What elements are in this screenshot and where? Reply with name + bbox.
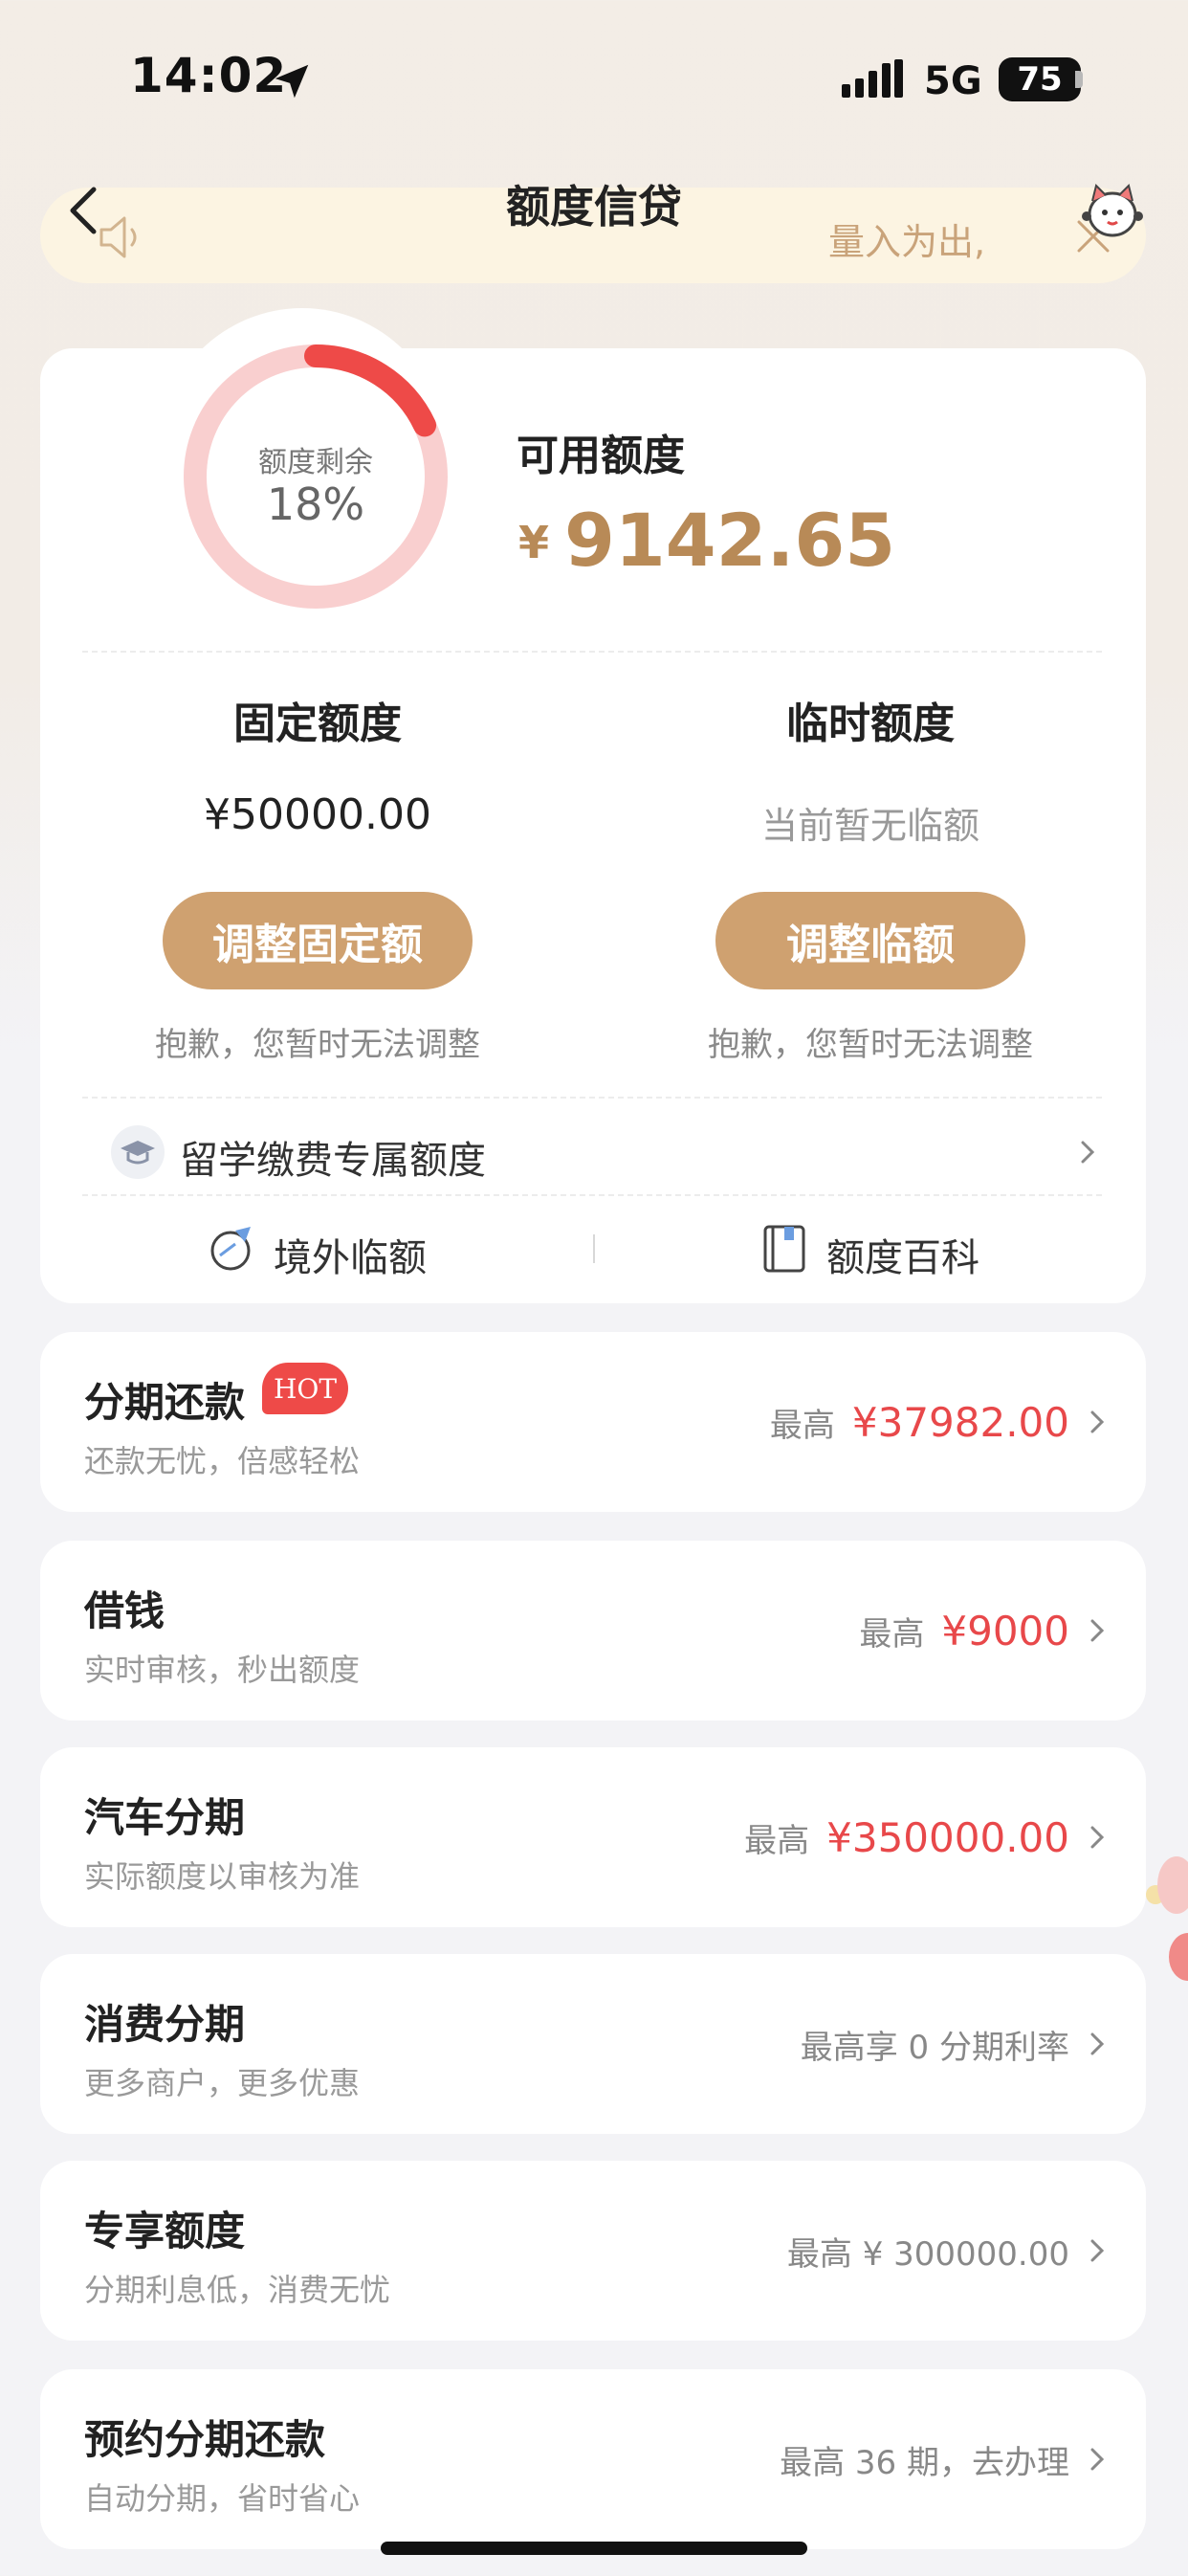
product-card-exclusive-quota[interactable]: 专享额度 分期利息低，消费无忧 最高 ¥ 300000.00 [40,2161,1146,2341]
hot-badge: HOT [262,1363,348,1414]
chevron-right-icon [1081,1141,1095,1164]
chevron-right-icon [1090,2239,1105,2262]
link-divider [593,1234,595,1263]
ring-label: 额度剩余 [258,446,373,479]
product-right-text: 最高享 0 分期利率 [800,2029,1069,2067]
max-label: 最高 [769,1407,835,1445]
max-value: ¥37982.00 [851,1399,1069,1446]
mascot-icon[interactable] [1079,180,1146,241]
divider [82,1097,1102,1099]
product-max: 最高 ¥37982.00 [770,1399,1069,1446]
available-label: 可用额度 [517,432,685,480]
fixed-title: 固定额度 [233,700,402,748]
product-right-text: 最高 36 期，去办理 [780,2444,1069,2482]
product-title: 分期还款 [84,1379,246,1426]
product-max: 最高 36 期，去办理 [780,2436,1069,2483]
fixed-note: 抱歉，您暂时无法调整 [155,1026,480,1064]
chevron-right-icon [1090,2032,1105,2055]
status-time: 14:02 [130,48,288,103]
chevron-right-icon [1090,1410,1105,1433]
home-indicator[interactable] [381,2542,807,2555]
divider [82,651,1102,653]
chevron-right-icon [1090,1826,1105,1849]
product-card-installment-repay[interactable]: 分期还款 HOT 还款无忧，倍感轻松 最高 ¥37982.00 [40,1332,1146,1512]
ring-percent: 18% [266,478,365,530]
fixed-value: ¥50000.00 [204,790,431,839]
globe-plane-icon[interactable] [207,1223,258,1275]
study-quota-label: 留学缴费专属额度 [180,1139,486,1183]
product-card-scheduled-repay[interactable]: 预约分期还款 自动分期，省时省心 最高 36 期，去办理 [40,2369,1146,2549]
product-subtitle: 分期利息低，消费无忧 [84,2272,391,2308]
product-max: 最高享 0 分期利率 [801,2021,1069,2068]
product-subtitle: 自动分期，省时省心 [84,2480,361,2517]
product-card-consumer-installment[interactable]: 消费分期 更多商户，更多优惠 最高享 0 分期利率 [40,1954,1146,2134]
product-max: 最高 ¥350000.00 [744,1814,1069,1861]
chevron-right-icon [1090,1619,1105,1642]
signal-icon [842,59,903,98]
adjust-fixed-button[interactable]: 调整固定额 [163,892,473,989]
graduation-cap-icon [111,1125,165,1179]
product-title: 预约分期还款 [84,2416,326,2463]
location-arrow-icon [275,64,309,99]
available-currency: ¥ [518,517,550,568]
product-max: 最高 ¥9000 [859,1608,1069,1654]
page-title: 额度信贷 [506,181,682,233]
product-subtitle: 实时审核，秒出额度 [84,1652,361,1688]
max-label: 最高 [859,1615,925,1654]
temp-value: 当前暂无临额 [760,805,979,847]
floating-balloon[interactable] [1157,1856,1188,1914]
divider [82,1194,1102,1196]
available-amount: 9142.65 [564,498,896,583]
product-title: 消费分期 [84,2001,246,2048]
product-right-text: 最高 ¥ 300000.00 [786,2235,1069,2274]
battery-indicator: 75 [999,57,1081,101]
temp-title: 临时额度 [786,700,955,748]
max-value: ¥350000.00 [826,1814,1069,1861]
product-subtitle: 实际额度以审核为准 [84,1858,361,1895]
product-max: 最高 ¥ 300000.00 [787,2228,1069,2275]
adjust-temp-button[interactable]: 调整临额 [715,892,1025,989]
floating-balloon[interactable] [1169,1933,1188,1981]
network-label: 5G [924,59,982,103]
quota-wiki-link[interactable]: 额度百科 [826,1227,979,1282]
product-subtitle: 更多商户，更多优惠 [84,2065,361,2101]
battery-cap [1075,71,1083,88]
product-subtitle: 还款无忧，倍感轻松 [84,1443,361,1479]
max-value: ¥9000 [941,1608,1069,1654]
max-label: 最高 [744,1822,810,1860]
product-title: 汽车分期 [84,1794,246,1841]
temp-note: 抱歉，您暂时无法调整 [708,1026,1033,1064]
chevron-right-icon [1090,2448,1105,2471]
product-title: 借钱 [84,1588,165,1634]
book-icon[interactable] [759,1223,811,1275]
product-card-borrow[interactable]: 借钱 实时审核，秒出额度 最高 ¥9000 [40,1541,1146,1721]
overseas-temp-link[interactable]: 境外临额 [274,1227,427,1282]
product-card-car-installment[interactable]: 汽车分期 实际额度以审核为准 最高 ¥350000.00 [40,1747,1146,1927]
product-title: 专享额度 [84,2208,246,2254]
